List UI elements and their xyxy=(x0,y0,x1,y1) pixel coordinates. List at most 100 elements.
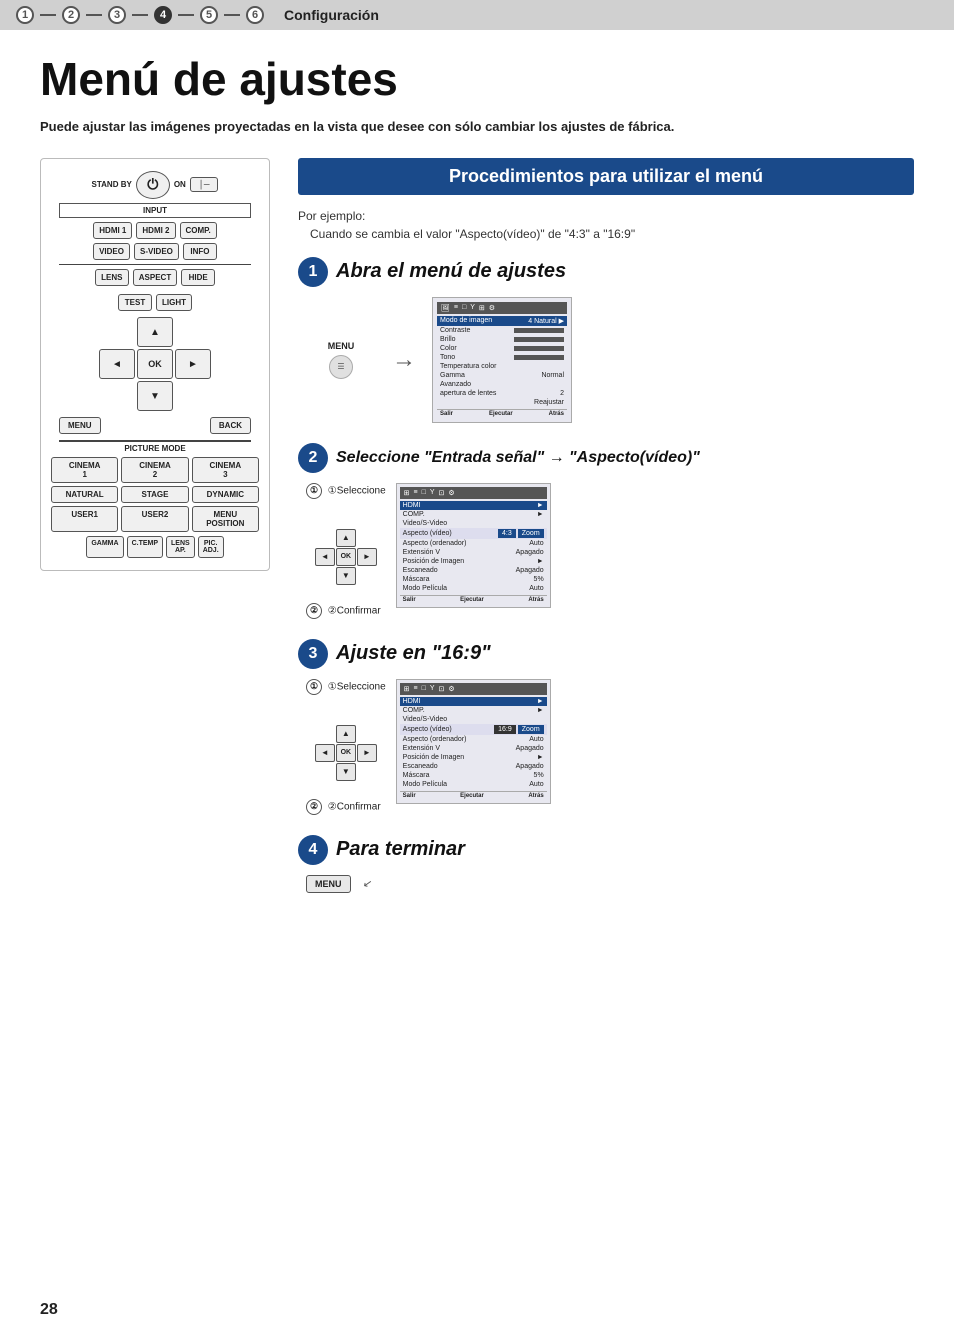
cinema3-button[interactable]: CINEMA3 xyxy=(192,457,259,483)
menu-button[interactable]: MENU xyxy=(59,417,101,434)
step3-two-col: ① ①Seleccione ▲ ◄ OK ► xyxy=(306,679,551,815)
gamma-button[interactable]: GAMMA xyxy=(86,536,123,558)
menu2-footer: Salir Ejecutar Atrás xyxy=(400,595,547,604)
step3-dpad: ▲ ◄ OK ► ▼ xyxy=(315,725,377,781)
menu1-apertura: apertura de lentes 2 xyxy=(437,389,567,398)
mini-empty-2 xyxy=(357,529,377,547)
menu-position-button[interactable]: MENUPOSITION xyxy=(192,506,259,532)
back-button[interactable]: BACK xyxy=(210,417,251,434)
mini-right[interactable]: ► xyxy=(357,548,377,566)
step-2-num: 2 xyxy=(298,443,328,473)
menu1-footer: Salir Ejecutar Atrás xyxy=(437,409,567,418)
dpad-empty-tr xyxy=(175,317,211,347)
step3-confirm-label: ② ②Confirmar xyxy=(306,799,386,815)
svideo-button[interactable]: S-VIDEO xyxy=(134,243,179,260)
mini3-up[interactable]: ▲ xyxy=(336,725,356,743)
hdmi2-button[interactable]: HDMI 2 xyxy=(136,222,175,239)
menu3-aspecto-ord: Aspecto (ordenador) Auto xyxy=(400,735,547,744)
step-2-title: 2 Seleccione "Entrada señal" → "Aspecto(… xyxy=(298,443,914,473)
video-button[interactable]: VIDEO xyxy=(93,243,130,260)
dpad-up[interactable]: ▲ xyxy=(137,317,173,347)
instructions-panel: Procedimientos para utilizar el menú Por… xyxy=(298,158,914,913)
menu1-mode-row: Modo de imagen 4 Natural ▶ xyxy=(437,316,567,326)
lens-button[interactable]: LENS xyxy=(95,269,129,286)
mini3-down[interactable]: ▼ xyxy=(336,763,356,781)
on-switch[interactable]: │─ xyxy=(190,177,219,192)
mini-down[interactable]: ▼ xyxy=(336,567,356,585)
menu2-hdmi: HDMI► xyxy=(400,501,547,510)
lens-row: LENS ASPECT HIDE xyxy=(51,269,259,286)
mini3-right[interactable]: ► xyxy=(357,744,377,762)
dynamic-button[interactable]: DYNAMIC xyxy=(192,486,259,503)
example-text: Cuando se cambia el valor "Aspecto(vídeo… xyxy=(298,227,914,241)
input-label: INPUT xyxy=(59,203,251,218)
aspect-button[interactable]: ASPECT xyxy=(133,269,177,286)
stage-button[interactable]: STAGE xyxy=(121,486,188,503)
step2-confirm-label: ② ②Confirmar xyxy=(306,603,386,619)
menu3-hdmi: HDMI► xyxy=(400,697,547,706)
step-1-title: 1 Abra el menú de ajustes xyxy=(298,257,914,287)
standby-label: STAND BY xyxy=(92,180,132,189)
cinema1-button[interactable]: CINEMA1 xyxy=(51,457,118,483)
dpad-ok[interactable]: OK xyxy=(137,349,173,379)
menu1-header: 🖼≡□Y⊞⚙ xyxy=(437,302,567,314)
input-row-2: VIDEO S-VIDEO INFO xyxy=(51,243,259,260)
two-column-layout: STAND BY ⏻ ON │─ INPUT HDMI 1 HDMI 2 COM… xyxy=(40,158,914,913)
pic-adj-button[interactable]: PIC.ADJ. xyxy=(198,536,224,558)
user2-button[interactable]: USER2 xyxy=(121,506,188,532)
power-button[interactable]: ⏻ xyxy=(136,171,170,199)
step4-menu-button[interactable]: MENU xyxy=(306,875,351,893)
natural-button[interactable]: NATURAL xyxy=(51,486,118,503)
user1-button[interactable]: USER1 xyxy=(51,506,118,532)
page-subtitle: Puede ajustar las imágenes proyectadas e… xyxy=(40,119,914,134)
hide-button[interactable]: HIDE xyxy=(181,269,215,286)
mini-up[interactable]: ▲ xyxy=(336,529,356,547)
test-row: TEST LIGHT xyxy=(51,294,259,311)
mini-left[interactable]: ◄ xyxy=(315,548,335,566)
shortcut-buttons: GAMMA C.TEMP LENSAP. PIC.ADJ. xyxy=(51,536,259,558)
step2-mini-remote: ▲ ◄ OK ► ▼ xyxy=(306,525,386,589)
step-1-heading: Abra el menú de ajustes xyxy=(336,260,566,283)
menu1-gamma: Gamma Normal xyxy=(437,371,567,380)
info-button[interactable]: INFO xyxy=(183,243,217,260)
menu2-video: Video/S-Video xyxy=(400,519,547,528)
dpad-empty-bl xyxy=(99,381,135,411)
lens-ap-button[interactable]: LENSAP. xyxy=(166,536,195,558)
step1-menu-mockup: 🖼≡□Y⊞⚙ Modo de imagen 4 Natural ▶ Contra… xyxy=(432,297,572,423)
cinema2-button[interactable]: CINEMA2 xyxy=(121,457,188,483)
hdmi1-button[interactable]: HDMI 1 xyxy=(93,222,132,239)
menu2-header: ⊞≡□Y⊡⚙ xyxy=(400,487,547,499)
step-4-block: 4 Para terminar MENU ↙ xyxy=(298,835,914,893)
mini-empty-1 xyxy=(315,529,335,547)
menu1-temp: Temperatura color xyxy=(437,362,567,371)
dpad-left[interactable]: ◄ xyxy=(99,349,135,379)
mini3-ok[interactable]: OK xyxy=(336,744,356,762)
ctemp-button[interactable]: C.TEMP xyxy=(127,536,163,558)
dpad-right[interactable]: ► xyxy=(175,349,211,379)
step-2: 2 xyxy=(62,6,80,24)
test-button[interactable]: TEST xyxy=(118,294,152,311)
top-bar: 1 2 3 4 5 6 Configuración xyxy=(0,0,954,30)
menu1-brillo: Brillo xyxy=(437,335,567,344)
step2-labels: ① ①Seleccione ▲ ◄ OK ► xyxy=(306,483,386,619)
dpad: ▲ ◄ OK ► ▼ xyxy=(51,317,259,411)
step1-menu-icon: ☰ xyxy=(329,355,353,379)
dpad-down[interactable]: ▼ xyxy=(137,381,173,411)
power-section: STAND BY ⏻ ON │─ xyxy=(51,171,259,199)
light-button[interactable]: LIGHT xyxy=(156,294,192,311)
menu2-escaneado: Escaneado Apagado xyxy=(400,566,547,575)
comp-button[interactable]: COMP. xyxy=(180,222,217,239)
step-4-active: 4 xyxy=(154,6,172,24)
menu1-tono: Tono xyxy=(437,353,567,362)
menu-back-row: MENU BACK xyxy=(51,417,259,434)
mini-ok[interactable]: OK xyxy=(336,548,356,566)
step-3-num: 3 xyxy=(298,639,328,669)
step3-labels: ① ①Seleccione ▲ ◄ OK ► xyxy=(306,679,386,815)
mini3-left[interactable]: ◄ xyxy=(315,744,335,762)
step-1-block: 1 Abra el menú de ajustes MENU ☰ → 🖼≡□Y⊞… xyxy=(298,257,914,423)
step-1: 1 xyxy=(16,6,34,24)
step-3-title: 3 Ajuste en "16:9" xyxy=(298,639,914,669)
page-number: 28 xyxy=(40,1301,58,1319)
step-5: 5 xyxy=(200,6,218,24)
step-1-num: 1 xyxy=(298,257,328,287)
